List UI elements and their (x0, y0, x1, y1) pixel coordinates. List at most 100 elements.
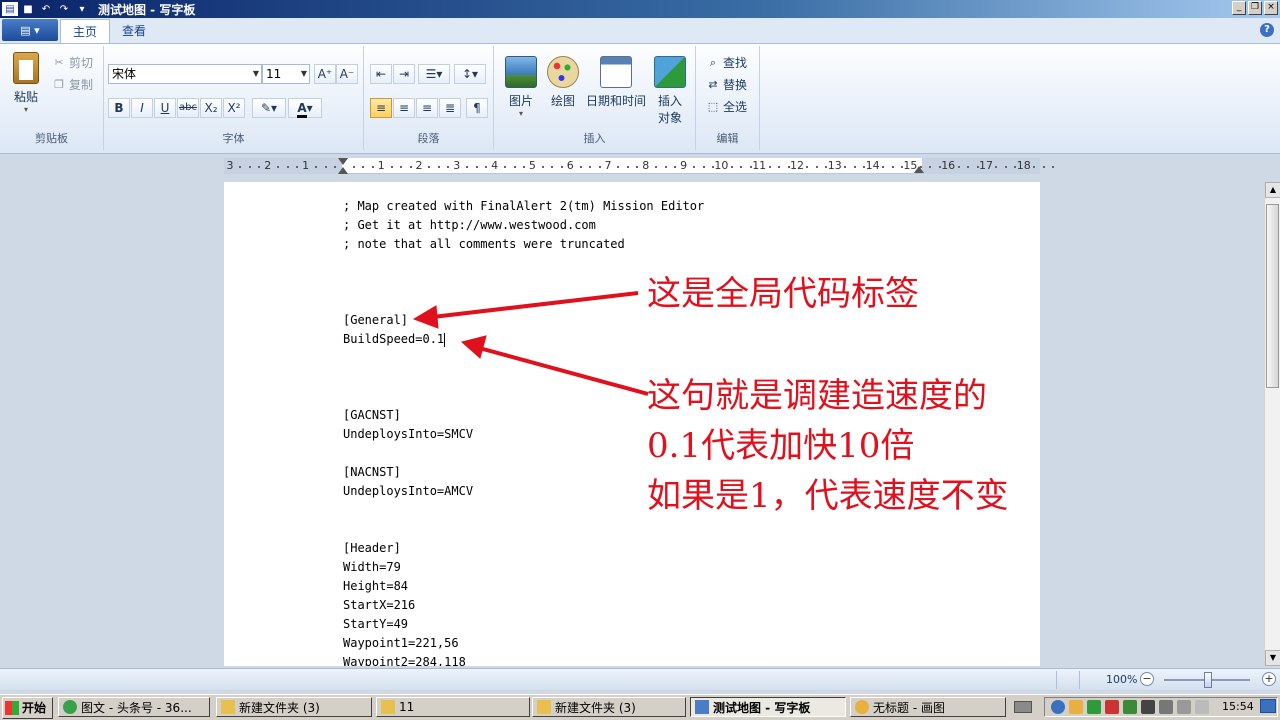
font-size-select[interactable]: 11 ▼ (262, 64, 310, 84)
close-button[interactable]: × (1264, 1, 1278, 15)
right-indent-marker[interactable] (914, 166, 924, 173)
paragraph-group: ⇤ ⇥ ☰▾ ↕▾ ≡ ≡ ≡ ≣ ¶ 段落 (364, 46, 494, 150)
ruler-label: 14 (865, 159, 880, 172)
indent-marker[interactable] (337, 158, 348, 176)
update-icon[interactable] (1123, 700, 1137, 714)
taskbar-button-folder-2[interactable]: 11 (376, 697, 530, 717)
scroll-down-button[interactable]: ▼ (1265, 650, 1280, 666)
align-left-button[interactable]: ≡ (370, 98, 392, 118)
help-icon[interactable]: ? (1260, 23, 1274, 37)
volume-icon[interactable] (1195, 700, 1209, 714)
align-right-button[interactable]: ≡ (416, 98, 438, 118)
highlight-color-button[interactable]: ✎▾ (252, 98, 286, 118)
shrink-font-button[interactable]: A⁻ (336, 64, 358, 84)
arrow-to-general (412, 291, 639, 329)
status-bar: 100% − + (0, 668, 1280, 690)
replace-button[interactable]: ⇄ 替换 (706, 76, 747, 93)
customize-qat-icon[interactable]: ▾ (74, 2, 90, 16)
security-icon[interactable] (1069, 700, 1083, 714)
zoom-slider-thumb[interactable] (1204, 672, 1212, 688)
scroll-up-button[interactable]: ▲ (1265, 182, 1280, 198)
insert-datetime-button[interactable]: 日期和时间 (586, 56, 646, 109)
tab-view[interactable]: 查看 (110, 19, 158, 43)
paragraph-settings-button[interactable]: ¶ (466, 98, 488, 118)
ruler-tick (806, 166, 809, 168)
subscript-button[interactable]: X₂ (200, 98, 222, 118)
font-family-value: 宋体 (112, 67, 137, 81)
superscript-button[interactable]: X² (223, 98, 245, 118)
app-icon[interactable]: ▤ (2, 2, 18, 16)
editing-group-label: 编辑 (716, 132, 739, 145)
strikethrough-button[interactable]: abc (177, 98, 199, 118)
underline-button[interactable]: U (154, 98, 176, 118)
user-icon[interactable] (1141, 700, 1155, 714)
network-icon[interactable] (1051, 700, 1065, 714)
taskbar-button-paint[interactable]: 无标题 - 画图 (850, 697, 1006, 717)
start-button[interactable]: 开始 (2, 696, 54, 719)
paste-button[interactable]: 粘贴 ▾ (8, 52, 44, 114)
display-icon[interactable] (1159, 700, 1173, 714)
list-button[interactable]: ☰▾ (418, 64, 450, 84)
undo-icon[interactable]: ↶ (38, 2, 54, 16)
replace-label: 替换 (723, 78, 748, 92)
window-title: 测试地图 - 写字板 (98, 2, 196, 17)
ruler-tick (513, 166, 516, 168)
ruler-tick (390, 166, 393, 168)
select-all-button[interactable]: ⬚ 全选 (706, 98, 747, 115)
folder-icon (221, 700, 235, 714)
tab-home[interactable]: 主页 (60, 19, 111, 43)
keyboard-icon[interactable] (1014, 698, 1034, 716)
chevron-down-icon: ▼ (252, 69, 259, 78)
taskbar-button-folder-3[interactable]: 新建文件夹 (3) (532, 697, 686, 717)
bold-button[interactable]: B (108, 98, 130, 118)
tool-icon[interactable] (1105, 700, 1119, 714)
font-color-button[interactable]: A▾ (288, 98, 322, 118)
zoom-in-button[interactable]: + (1262, 672, 1276, 686)
scroll-thumb[interactable] (1266, 204, 1279, 388)
document-page[interactable]: ; Map created with FinalAlert 2(tm) Miss… (224, 182, 1040, 666)
redo-icon[interactable]: ↷ (56, 2, 72, 16)
copy-button[interactable]: ❐ 复制 (52, 76, 93, 93)
folder-icon (381, 700, 395, 714)
font-family-select[interactable]: 宋体 ▼ (108, 64, 262, 84)
picture-icon (505, 56, 537, 88)
justify-button[interactable]: ≣ (439, 98, 461, 118)
line-spacing-button[interactable]: ↕▾ (454, 64, 486, 84)
save-icon[interactable]: ■ (20, 2, 36, 16)
zoom-out-button[interactable]: − (1140, 672, 1154, 686)
ruler-tick (768, 166, 771, 168)
taskbar-button-wordpad[interactable]: 测试地图 - 写字板 (690, 697, 846, 717)
italic-button[interactable]: I (131, 98, 153, 118)
minimize-button[interactable]: _ (1232, 1, 1246, 15)
insert-object-button[interactable]: 插入 对象 (650, 56, 690, 126)
taskbar-button-folder-1[interactable]: 新建文件夹 (3) (216, 697, 372, 717)
insert-paint-button[interactable]: 绘图 (544, 56, 582, 109)
antivirus-icon[interactable] (1087, 700, 1101, 714)
cut-button[interactable]: ✂ 剪切 (52, 54, 93, 71)
taskbar-button-label: 图文 - 头条号 - 36... (81, 700, 192, 715)
ruler-tick (693, 166, 696, 168)
show-desktop-icon[interactable] (1260, 699, 1276, 713)
increase-indent-button[interactable]: ⇥ (393, 64, 415, 84)
ruler-label: 7 (604, 159, 612, 172)
picture-label: 图片 (508, 94, 533, 108)
ruler-label: 8 (642, 159, 650, 172)
restore-button[interactable]: ❐ (1248, 1, 1262, 15)
app-menu-button[interactable]: ▤ ▾ (2, 19, 58, 41)
find-button[interactable]: ⌕ 查找 (706, 54, 747, 71)
ruler-label: 6 (566, 159, 574, 172)
vertical-scrollbar[interactable]: ▲ ▼ (1264, 182, 1280, 666)
font-group: 宋体 ▼ 11 ▼ A⁺ A⁻ B I U abc X₂ X² ✎▾ A▾ 字体 (104, 46, 364, 150)
ruler-tick (277, 166, 280, 168)
align-center-button[interactable]: ≡ (393, 98, 415, 118)
zoom-level: 100% (1106, 673, 1138, 686)
taskbar-button-browser[interactable]: 图文 - 头条号 - 36... (58, 697, 210, 717)
decrease-indent-button[interactable]: ⇤ (370, 64, 392, 84)
ruler-label: 12 (790, 159, 804, 172)
monitor-icon[interactable] (1177, 700, 1191, 714)
ruler-tick (815, 166, 818, 168)
ruler-label: 17 (979, 159, 993, 172)
browser-icon (63, 700, 77, 714)
grow-font-button[interactable]: A⁺ (314, 64, 336, 84)
insert-picture-button[interactable]: 图片 ▾ (502, 56, 540, 118)
